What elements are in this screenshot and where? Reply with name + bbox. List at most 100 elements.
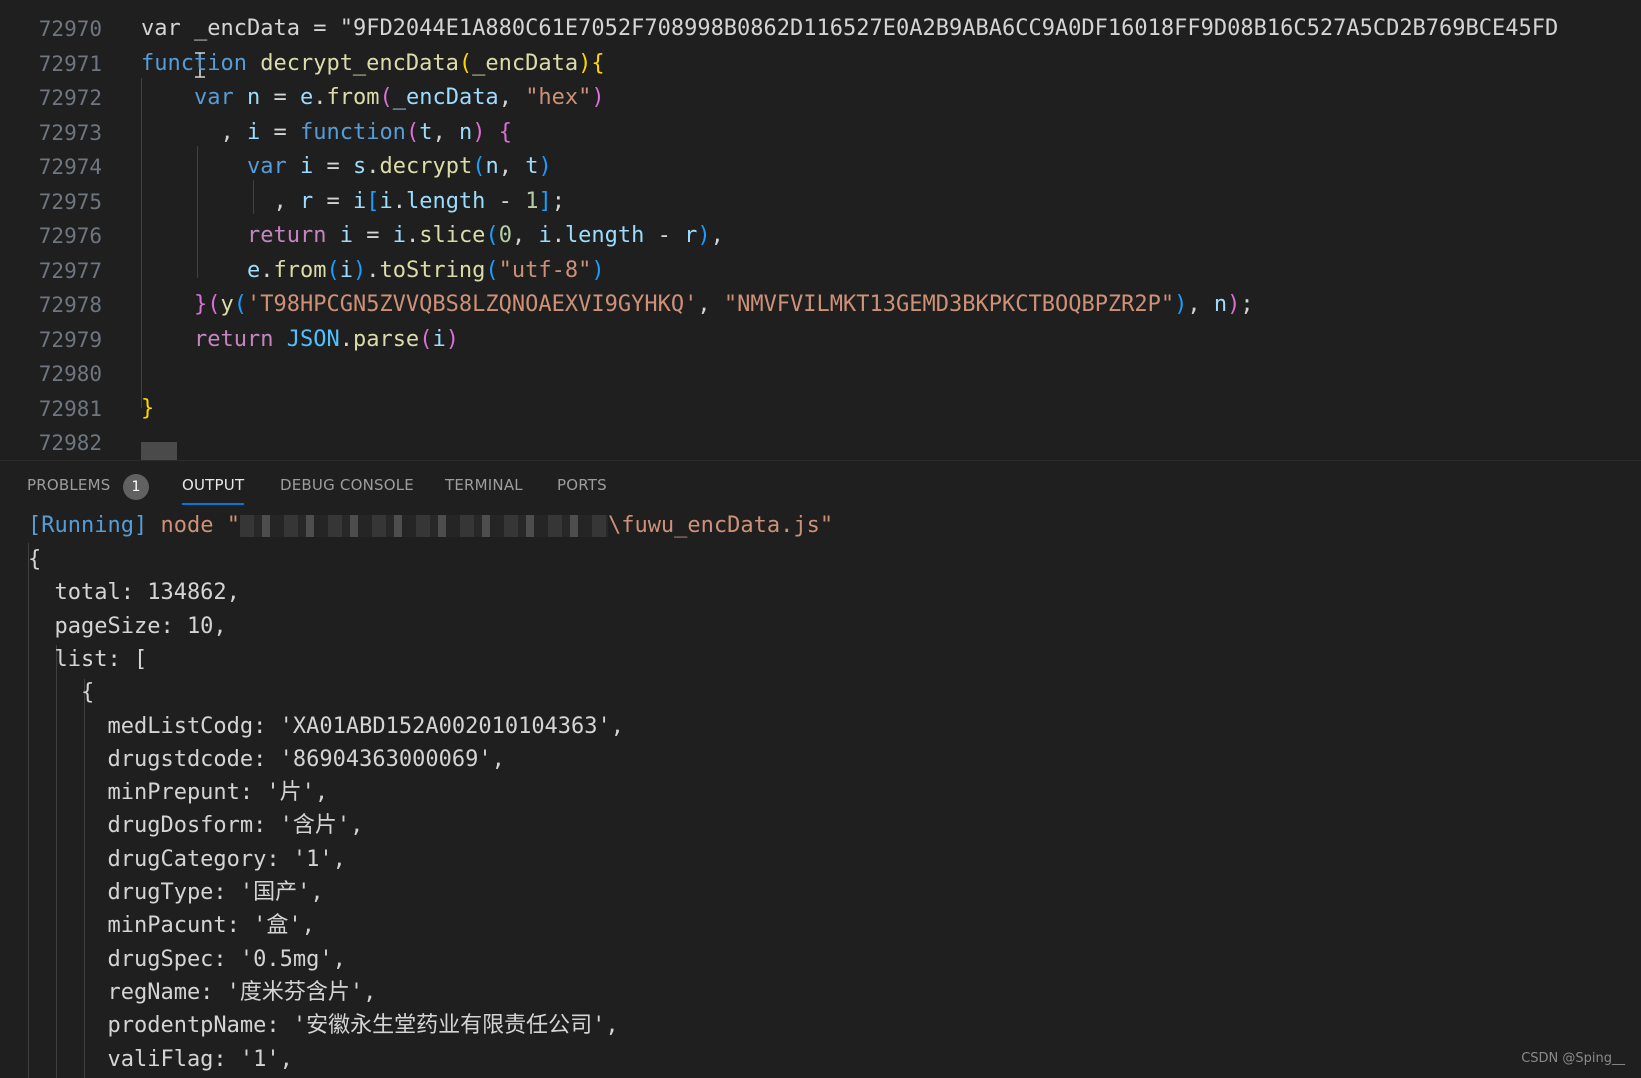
code-token: ): [538, 154, 552, 179]
code-token: .: [339, 326, 353, 352]
tab-problems[interactable]: PROBLEMS: [27, 461, 110, 509]
path-tail: \fuwu_encData.js": [607, 513, 834, 538]
code-line: 72976 return i = i.slice(0, i.length - r…: [0, 219, 1641, 253]
code-token: slice: [419, 223, 486, 248]
code-token: i: [339, 223, 353, 248]
code-line: 72975 , r = i[i.length - 1];: [0, 185, 1641, 219]
output-line: minPrepunt: '片',: [28, 780, 329, 806]
code-token: ;: [1240, 292, 1254, 317]
code-token: ,: [141, 119, 247, 145]
line-number: 72975: [38, 189, 102, 214]
code-token: ,: [498, 85, 526, 110]
code-token: parse: [352, 326, 420, 352]
code-token: var: [141, 16, 194, 41]
code-token: ): [591, 257, 605, 283]
tab-output[interactable]: OUTPUT: [182, 461, 245, 509]
tab-ports[interactable]: PORTS: [557, 461, 607, 509]
path-open: ": [226, 513, 240, 538]
code-token: i: [392, 223, 406, 248]
line-number: 72980: [38, 362, 102, 386]
code-token: "NMVFVILMKT13GEMD3BKPKCTBOQBPZR2P": [723, 292, 1175, 317]
code-token: length: [564, 223, 645, 248]
code-token: n: [485, 154, 499, 179]
code-line: 72973 , i = function(t, n) {: [0, 116, 1641, 150]
code-token: .: [392, 188, 406, 214]
line-number: 72974: [38, 155, 102, 179]
code-token: .: [405, 223, 420, 248]
code-token: _encData: [472, 50, 579, 76]
run-command: node: [160, 513, 214, 538]
code-token: (: [233, 292, 247, 317]
code-token: (: [485, 223, 499, 248]
code-line: 72970 var _encData = "9FD2044E1A880C61E70…: [0, 12, 1641, 46]
code-line: 72977 e.from(i).toString("utf-8"): [0, 254, 1641, 288]
output-line: drugCategory: '1',: [28, 846, 346, 872]
line-number: 72979: [38, 327, 102, 352]
code-text: e.from(i).toString("utf-8"): [141, 254, 605, 288]
tab-problems-label: PROBLEMS: [27, 476, 111, 494]
line-number: 72972: [38, 86, 102, 110]
code-token: _encData: [392, 85, 499, 110]
code-token: decrypt: [379, 154, 473, 179]
code-token: i: [432, 326, 446, 352]
code-token: ): [472, 119, 486, 145]
code-text: , r = i[i.length - 1];: [141, 185, 565, 219]
code-text: }(y('T98HPCGN5ZVVQBS8LZQNOAEXVI9GYHKQ', …: [141, 288, 1254, 322]
watermark: CSDN @Sping__: [1521, 1051, 1625, 1066]
tab-terminal-label: TERMINAL: [445, 476, 523, 494]
code-token: }: [193, 292, 208, 317]
line-number: 72977: [38, 258, 102, 283]
code-line: 72980: [0, 357, 1641, 391]
code-text: function decrypt_encData(_encData){: [141, 47, 605, 81]
tab-terminal[interactable]: TERMINAL: [445, 461, 523, 509]
code-token: =: [352, 223, 393, 248]
code-editor[interactable]: 72970 var _encData = "9FD2044E1A880C61E70…: [0, 0, 1641, 460]
code-token: .: [551, 223, 565, 248]
code-token: =: [313, 188, 353, 214]
problems-count-badge: 1: [123, 474, 149, 500]
code-token: .: [260, 257, 274, 283]
code-token: .: [313, 85, 327, 110]
tab-debug-console[interactable]: DEBUG CONSOLE: [280, 461, 414, 509]
code-line: 72982: [0, 426, 1641, 460]
code-token: (: [419, 326, 433, 352]
code-token: i: [538, 223, 552, 248]
code-token: 0: [498, 223, 512, 248]
output-line: valiFlag: '1',: [28, 1046, 293, 1072]
code-line: 72971 function decrypt_encData(_encData){: [0, 47, 1641, 81]
line-number: 72970: [38, 17, 102, 41]
code-token: ): [591, 85, 605, 110]
code-token: ): [1174, 292, 1188, 317]
code-token: ,: [432, 119, 459, 145]
redacted-path: [239, 515, 608, 537]
code-token: ;: [551, 188, 565, 214]
output-line: list: [: [28, 646, 148, 672]
code-token: =: [299, 16, 340, 41]
output-line: drugSpec: '0.5mg',: [28, 946, 346, 972]
run-command-line: [Running] node " \fuwu_encData.js": [28, 509, 1641, 543]
code-token: r: [684, 223, 698, 248]
code-token: ,: [710, 223, 724, 248]
code-token: i: [299, 154, 314, 179]
code-token: return: [193, 326, 274, 352]
output-pane[interactable]: [Running] node " \fuwu_encData.js" { tota…: [0, 509, 1641, 1078]
code-token: ,: [697, 292, 724, 317]
output-line: drugDosform: '含片',: [28, 813, 364, 839]
code-token: [: [366, 188, 380, 214]
code-token: ): [578, 50, 592, 76]
code-token: (: [458, 50, 473, 76]
code-token: from: [326, 85, 380, 110]
code-text: , i = function(t, n) {: [141, 116, 511, 150]
code-text: var i = s.decrypt(n, t): [141, 150, 552, 184]
code-token: n: [1213, 292, 1228, 317]
code-token: decrypt_encData: [260, 50, 459, 76]
code-token: (: [405, 119, 420, 145]
panel-tab-bar: PROBLEMS 1 OUTPUT DEBUG CONSOLE TERMINAL…: [0, 461, 1641, 509]
code-token: .: [366, 154, 380, 179]
line-number: 72976: [38, 224, 102, 248]
code-token: e: [246, 257, 261, 283]
